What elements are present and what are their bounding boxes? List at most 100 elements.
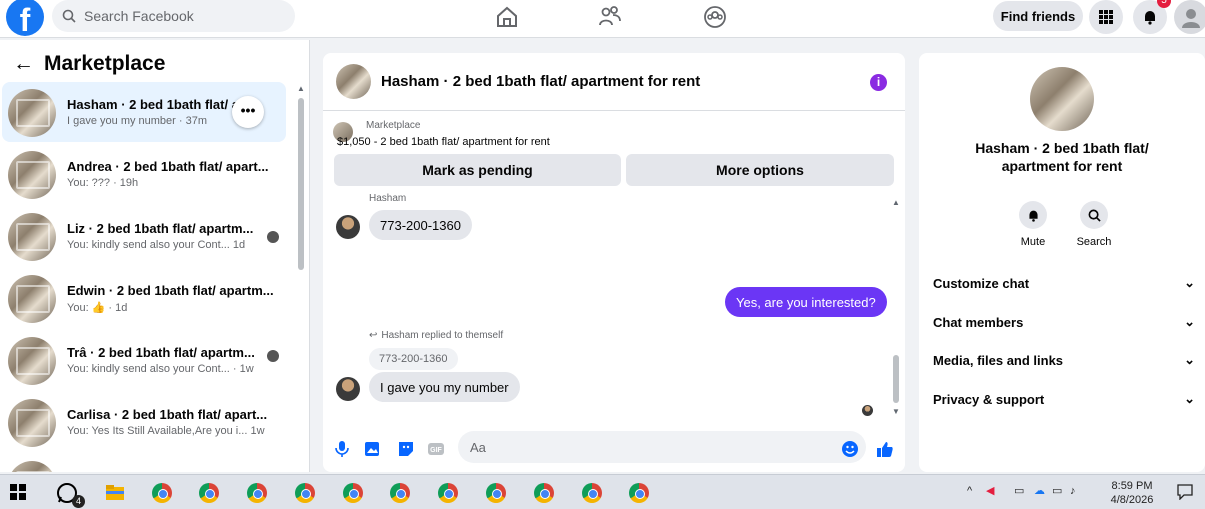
facebook-logo[interactable]: f [6,0,44,36]
scroll-up-arrow-icon[interactable]: ▲ [892,198,900,207]
notification-center-icon[interactable] [1177,484,1193,500]
scroll-up-arrow-icon[interactable]: ▲ [297,84,305,93]
user-icon [1182,9,1200,28]
windows-start-icon[interactable] [10,484,26,500]
conversation-item[interactable]: Liz · 2 bed 1bath flat/ apartm... You: k… [2,206,286,266]
conversation-item[interactable]: Andrea · 2 bed 1bath flat/ apart... You:… [2,144,286,204]
photo-icon[interactable] [363,440,381,458]
emoji-icon[interactable] [841,440,859,458]
microphone-icon[interactable] [333,440,351,458]
find-friends-button[interactable]: Find friends [993,1,1083,31]
reply-note: ↩ Hasham replied to themself [369,330,503,341]
details-title: Hasham · 2 bed 1bath flat/ apartment for… [975,140,1149,174]
clock-time: 8:59 PM [1111,480,1153,492]
search-input[interactable]: Search Facebook [84,8,194,24]
conversation-item[interactable]: Carlisa · 2 bed 1bath flat/ apart... You… [2,392,286,452]
chat-title[interactable]: Hasham · 2 bed 1bath flat/ apartment for… [381,73,700,90]
chrome-icon[interactable] [199,483,219,503]
more-options-button[interactable]: More options [626,154,894,186]
chrome-icon[interactable] [438,483,458,503]
conversation-name: Hasham · 2 bed 1bath flat/ a [67,97,239,112]
svg-text:GIF: GIF [430,447,442,454]
conversation-item[interactable] [2,454,286,472]
home-icon[interactable] [494,4,520,30]
gif-icon[interactable]: GIF [427,440,445,458]
chrome-icon[interactable] [582,483,602,503]
chat-avatar[interactable] [336,64,371,99]
privacy-support-section[interactable]: Privacy & support ⌄ [933,391,1195,407]
sender-name: Hasham [369,193,407,204]
cloud-icon[interactable]: ☁ [1034,484,1045,498]
back-arrow-icon[interactable]: ← [13,52,34,76]
search-action[interactable]: Search [1059,201,1129,248]
customize-chat-section[interactable]: Customize chat ⌄ [933,275,1195,291]
clock[interactable]: 8:59 PM 4/8/2026 [1108,479,1156,507]
listing-price[interactable]: $1,050 - 2 bed 1bath flat/ apartment for… [337,136,550,148]
bell-icon [1028,210,1038,222]
conversation-preview: You: kindly send also your Cont... 1d [67,239,246,251]
chrome-icon[interactable] [247,483,267,503]
quoted-message[interactable]: 773-200-1360 [369,348,458,370]
speaker-icon[interactable]: ♪ [1070,484,1076,498]
chrome-icon[interactable] [629,483,649,503]
listing-avatar[interactable] [1030,67,1094,131]
search-icon [62,9,76,23]
sender-avatar[interactable] [336,377,360,401]
scroll-down-arrow-icon[interactable]: ▼ [892,407,900,416]
marketplace-sidebar: ← Marketplace ▲ Hasham · 2 bed 1bath fla… [0,40,310,472]
whatsapp-badge: 4 [72,495,85,508]
notification-badge: 5 [1157,0,1171,8]
search-bar[interactable]: Search Facebook [52,0,295,32]
message-bubble[interactable]: I gave you my number [369,372,520,402]
message-input[interactable]: Aa [458,431,866,463]
chrome-icon[interactable] [343,483,363,503]
groups-icon[interactable] [702,4,728,30]
sidebar-title: Marketplace [44,52,166,75]
message-bubble[interactable]: 773-200-1360 [369,210,472,240]
conversation-item[interactable]: Hasham · 2 bed 1bath flat/ a I gave you … [2,82,286,142]
section-label: Media, files and links [933,352,1064,368]
chrome-icon[interactable] [295,483,315,503]
friends-icon[interactable] [597,4,623,30]
conversation-name: Trâ · 2 bed 1bath flat/ apartm... [67,345,255,360]
sender-avatar[interactable] [336,215,360,239]
chat-header: Hasham · 2 bed 1bath flat/ apartment for… [323,53,905,111]
info-icon[interactable]: i [870,74,887,91]
search-label: Search [1076,236,1112,248]
chat-members-section[interactable]: Chat members ⌄ [933,314,1195,330]
chat-panel: Hasham · 2 bed 1bath flat/ apartment for… [323,53,905,472]
sidebar-scrollbar[interactable] [298,98,304,270]
battery-icon[interactable]: ▭ [1014,484,1024,498]
conversation-item[interactable]: Edwin · 2 bed 1bath flat/ apartm... You:… [2,268,286,328]
file-explorer-icon[interactable] [104,482,126,504]
mute-action[interactable]: Mute [998,201,1068,248]
windows-taskbar: 4 ^ ◀ ▭ ☁ ▭ ♪ 8:59 PM 4/8/2026 [0,474,1205,509]
seen-avatar [267,350,279,362]
marketplace-label: Marketplace [366,120,421,131]
chevron-up-icon[interactable]: ^ [967,484,972,498]
mark-as-pending-button[interactable]: Mark as pending [334,154,621,186]
more-options-button[interactable]: ••• [232,96,264,128]
listing-thumbnail [8,151,56,199]
menu-button[interactable] [1089,0,1123,34]
profile-avatar[interactable] [1174,0,1205,34]
chrome-icon[interactable] [534,483,554,503]
conversation-preview: I gave you my number · 37m [67,115,208,127]
like-icon[interactable] [876,440,894,458]
chat-scrollbar[interactable] [893,355,899,403]
chrome-icon[interactable] [390,483,410,503]
mute-label: Mute [1020,236,1046,248]
conversation-preview: You: Yes Its Still Available,Are you i..… [67,425,265,437]
chat-details-panel: Hasham · 2 bed 1bath flat/ apartment for… [919,53,1205,472]
volume-muted-icon[interactable]: ◀ [986,484,994,498]
conversation-name: Liz · 2 bed 1bath flat/ apartm... [67,221,254,236]
chrome-icon[interactable] [486,483,506,503]
chevron-down-icon: ⌄ [1184,275,1195,290]
network-icon[interactable]: ▭ [1052,484,1062,498]
my-message-bubble[interactable]: Yes, are you interested? [725,287,887,317]
media-files-section[interactable]: Media, files and links ⌄ [933,352,1195,368]
chrome-icon[interactable] [152,483,172,503]
conversation-preview: You: 👍 · 1d [67,302,128,314]
sticker-icon[interactable] [397,440,415,458]
conversation-item[interactable]: Trâ · 2 bed 1bath flat/ apartm... You: k… [2,330,286,390]
